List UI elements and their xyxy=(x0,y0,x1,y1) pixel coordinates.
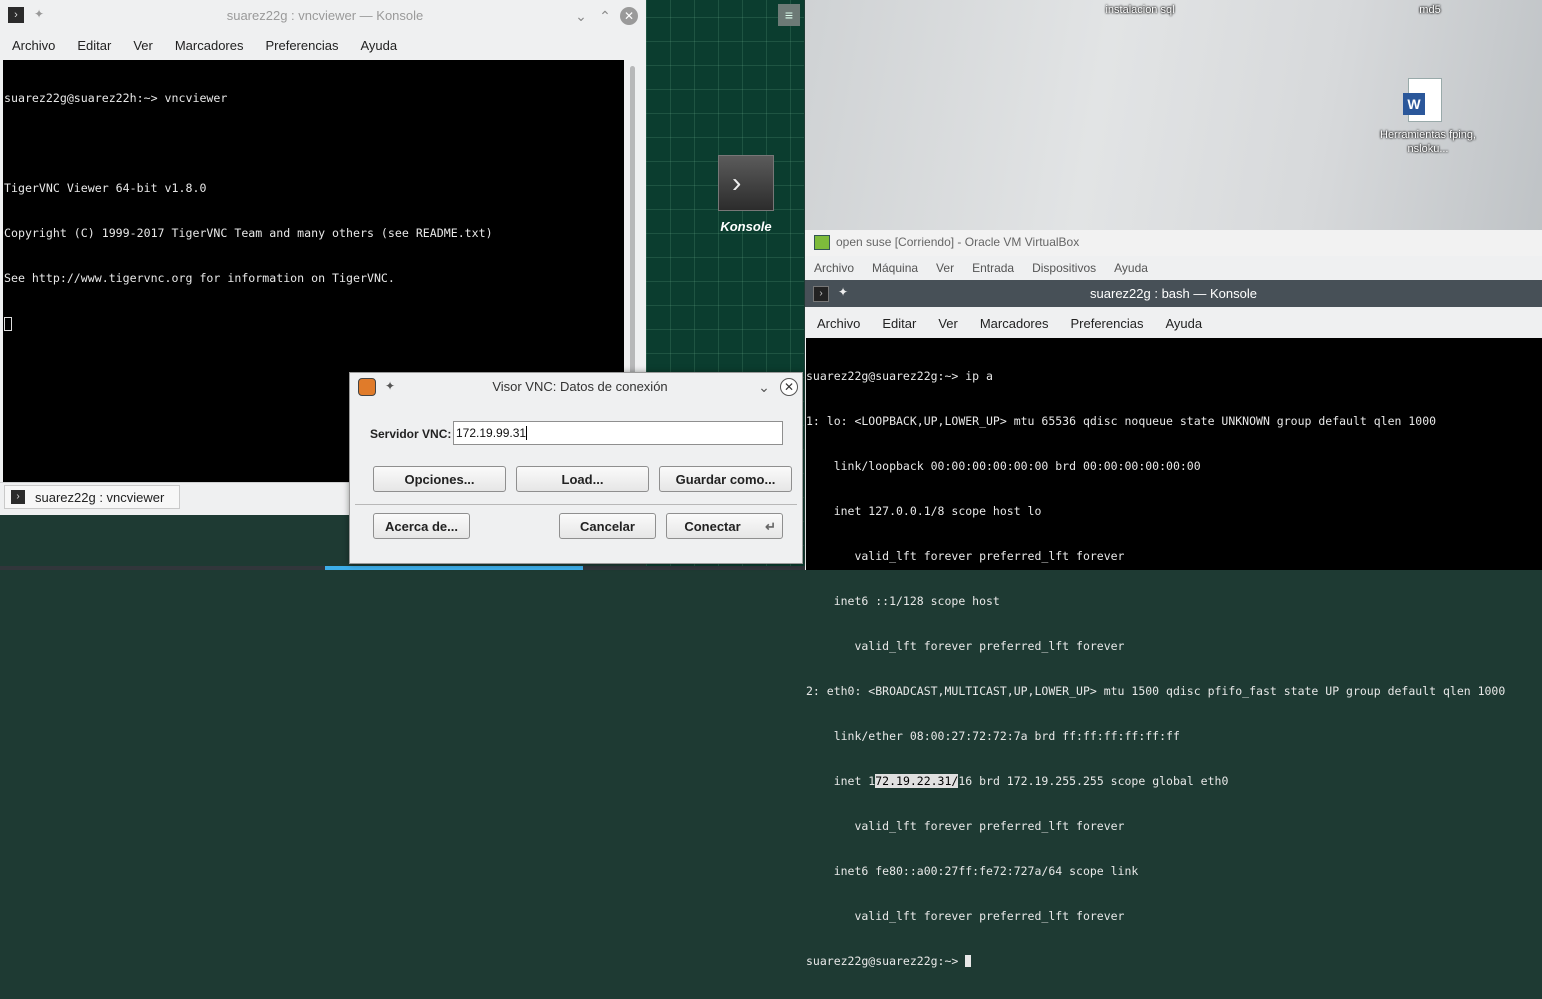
terminal-line: link/loopback 00:00:00:00:00:00 brd 00:0… xyxy=(806,459,1201,473)
terminal-line: Copyright (C) 1999-2017 TigerVNC Team an… xyxy=(4,226,493,240)
inet-rest: 16 brd 172.19.255.255 scope global eth0 xyxy=(958,774,1229,788)
terminal-line: inet 127.0.0.1/8 scope host lo xyxy=(806,504,1042,518)
vbox-menu-ayuda[interactable]: Ayuda xyxy=(1105,261,1157,275)
minimize-icon[interactable]: ⌄ xyxy=(755,378,773,396)
terminal-line: suarez22g@suarez22g:~> ip a xyxy=(806,369,993,383)
window-title: suarez22g : vncviewer — Konsole xyxy=(226,8,424,23)
vbox-menu-ver[interactable]: Ver xyxy=(927,261,963,275)
virtualbox-menubar: Archivo Máquina Ver Entrada Dispositivos… xyxy=(805,256,1157,280)
virtualbox-titlebar: open suse [Corriendo] - Oracle VM Virtua… xyxy=(805,230,1542,256)
panel-menu-icon[interactable]: ≡ xyxy=(778,4,800,26)
menu-marcadores[interactable]: Marcadores xyxy=(969,316,1060,331)
terminal-line: 1: lo: <LOOPBACK,UP,LOWER_UP> mtu 65536 … xyxy=(806,414,1437,428)
terminal-line: valid_lft forever preferred_lft forever xyxy=(806,639,1125,653)
menu-ver[interactable]: Ver xyxy=(122,38,164,53)
terminal-line: inet6 fe80::a00:27ff:fe72:727a/64 scope … xyxy=(806,864,1139,878)
konsole2-menubar: Archivo Editar Ver Marcadores Preferenci… xyxy=(806,308,1541,338)
virtualbox-icon xyxy=(814,235,830,250)
vnc-connection-dialog: ✦ Visor VNC: Datos de conexión ⌄ ✕ Servi… xyxy=(349,372,803,564)
konsole2-titlebar: › ✦ suarez22g : bash — Konsole xyxy=(805,280,1542,307)
terminal-line: link/ether 08:00:27:72:72:7a brd ff:ff:f… xyxy=(806,729,1180,743)
menu-archivo[interactable]: Archivo xyxy=(806,316,871,331)
maximize-icon[interactable]: ⌃ xyxy=(596,7,614,25)
tigervnc-icon xyxy=(358,378,376,396)
options-button[interactable]: Opciones... xyxy=(373,466,506,492)
terminal-line-inet: inet 172.19.22.31/16 brd 172.19.255.255 … xyxy=(806,774,1542,789)
vbox-menu-maquina[interactable]: Máquina xyxy=(863,261,927,275)
connect-button-label: Conectar xyxy=(684,519,741,534)
minimize-icon[interactable]: ⌄ xyxy=(572,7,590,25)
tab-vncviewer[interactable]: › suarez22g : vncviewer xyxy=(4,485,180,509)
terminal-line: TigerVNC Viewer 64-bit v1.8.0 xyxy=(4,181,207,195)
desktop-icon-label: instalacion sql xyxy=(1105,4,1175,16)
konsole-app-icon: › xyxy=(8,7,24,23)
terminal-prompt: suarez22g@suarez22g:~> xyxy=(806,954,966,968)
konsole-launcher-label: Konsole xyxy=(720,219,772,234)
terminal-line: inet6 ::1/128 scope host xyxy=(806,594,1000,608)
menubar: Archivo Editar Ver Marcadores Preferenci… xyxy=(1,30,641,60)
dialog-divider xyxy=(355,504,797,505)
desktop-icon-md5[interactable]: md5 xyxy=(1400,4,1460,16)
server-input[interactable]: 172.19.99.31 xyxy=(453,421,783,445)
menu-preferencias[interactable]: Preferencias xyxy=(1059,316,1154,331)
menu-marcadores[interactable]: Marcadores xyxy=(164,38,255,53)
server-input-value: 172.19.99.31 xyxy=(456,426,527,440)
close-icon[interactable]: ✕ xyxy=(620,7,638,25)
pin-icon[interactable]: ✦ xyxy=(385,379,395,393)
taskbar xyxy=(0,566,805,570)
menu-editar[interactable]: Editar xyxy=(871,316,927,331)
virtualbox-window: open suse [Corriendo] - Oracle VM Virtua… xyxy=(805,230,1542,968)
ip-selection-highlight: 72.19.22.31/ xyxy=(875,774,959,788)
tab-label: suarez22g : vncviewer xyxy=(35,490,165,505)
terminal-line: valid_lft forever preferred_lft forever xyxy=(806,909,1125,923)
inet-prefix: inet 1 xyxy=(806,774,876,788)
terminal-line: See http://www.tigervnc.org for informat… xyxy=(4,271,395,285)
desktop-icon-label: Herramientas fping, nsloku... xyxy=(1380,129,1476,155)
terminal-line: 2: eth0: <BROADCAST,MULTICAST,UP,LOWER_U… xyxy=(806,684,1506,698)
window-titlebar: › ✦ suarez22g : vncviewer — Konsole ⌄ ⌃ … xyxy=(0,0,646,30)
konsole-launcher[interactable]: › xyxy=(718,155,774,211)
close-icon[interactable]: ✕ xyxy=(780,378,798,396)
desktop-icon-instalacion-sql[interactable]: instalacion sql xyxy=(1090,4,1190,16)
terminal-line: suarez22g@suarez22h:~> vncviewer xyxy=(4,91,228,105)
terminal-cursor xyxy=(965,955,972,967)
enter-key-icon: ↵ xyxy=(765,519,776,534)
about-button[interactable]: Acerca de... xyxy=(373,513,470,539)
konsole2-title: suarez22g : bash — Konsole xyxy=(1090,286,1257,301)
pin-icon[interactable]: ✦ xyxy=(34,7,44,21)
vbox-menu-archivo[interactable]: Archivo xyxy=(805,261,863,275)
vbox-menu-entrada[interactable]: Entrada xyxy=(963,261,1023,275)
menu-archivo[interactable]: Archivo xyxy=(1,38,66,53)
save-as-button[interactable]: Guardar como... xyxy=(659,466,792,492)
terminal-line: valid_lft forever preferred_lft forever xyxy=(806,549,1125,563)
terminal2-output[interactable]: suarez22g@suarez22g:~> ip a 1: lo: <LOOP… xyxy=(806,338,1542,968)
menu-ayuda[interactable]: Ayuda xyxy=(349,38,408,53)
menu-ayuda[interactable]: Ayuda xyxy=(1154,316,1213,331)
terminal-line: valid_lft forever preferred_lft forever xyxy=(806,819,1125,833)
terminal-prompt-line: suarez22g@suarez22g:~> xyxy=(806,954,1542,969)
terminal-cursor xyxy=(4,317,12,331)
dialog-titlebar: ✦ Visor VNC: Datos de conexión ⌄ ✕ xyxy=(350,373,802,401)
desktop-icon-herramientas[interactable]: W Herramientas fping, nsloku... xyxy=(1380,78,1476,162)
menu-preferencias[interactable]: Preferencias xyxy=(254,38,349,53)
virtualbox-title: open suse [Corriendo] - Oracle VM Virtua… xyxy=(836,235,1080,249)
text-caret xyxy=(526,426,528,440)
menu-editar[interactable]: Editar xyxy=(66,38,122,53)
dialog-title: Visor VNC: Datos de conexión xyxy=(492,379,668,394)
konsole-tab-icon: › xyxy=(11,490,25,504)
load-button[interactable]: Load... xyxy=(516,466,649,492)
konsole-window-bash: › ✦ suarez22g : bash — Konsole Archivo E… xyxy=(805,280,1542,968)
desktop-icon-label: md5 xyxy=(1419,4,1441,16)
connect-button[interactable]: Conectar ↵ xyxy=(666,513,783,539)
chevron-right-icon: › xyxy=(732,167,742,198)
menu-ver[interactable]: Ver xyxy=(927,316,969,331)
word-document-icon: W xyxy=(1403,78,1442,122)
vbox-menu-dispositivos[interactable]: Dispositivos xyxy=(1023,261,1105,275)
cancel-button[interactable]: Cancelar xyxy=(559,513,656,539)
server-label: Servidor VNC: xyxy=(370,427,452,441)
